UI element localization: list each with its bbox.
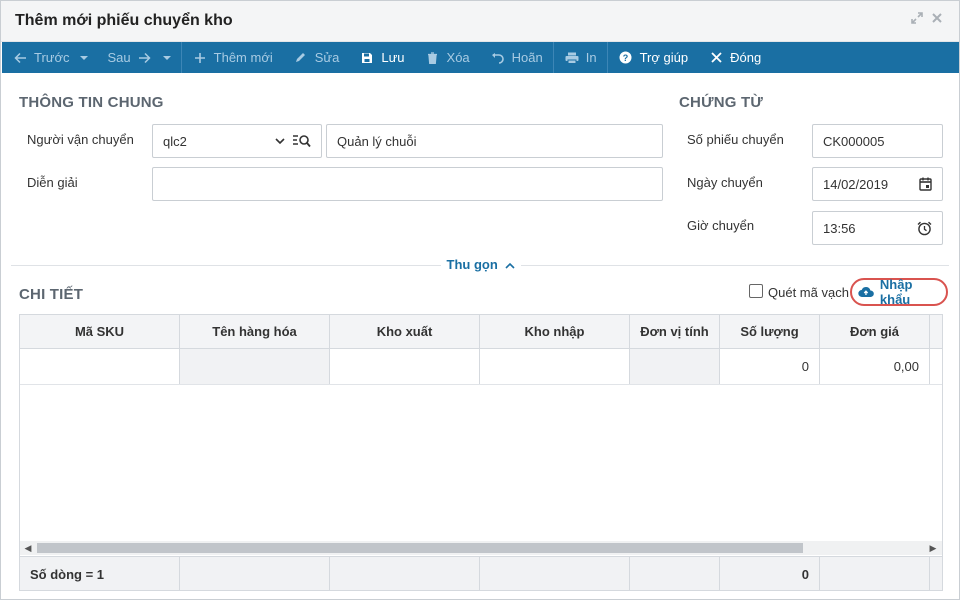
barcode-label: Quét mã vạch bbox=[768, 285, 849, 300]
collapse-label: Thu gọn bbox=[446, 257, 498, 272]
voucher-number-label: Số phiếu chuyển bbox=[687, 132, 784, 147]
carrier-name-value: Quản lý chuỗi bbox=[337, 133, 417, 149]
scroll-right-icon[interactable]: ▶ bbox=[928, 543, 938, 553]
carrier-select[interactable]: qlc2 bbox=[152, 124, 322, 158]
scrollbar-thumb[interactable] bbox=[37, 543, 803, 553]
next-button[interactable]: Sau bbox=[98, 42, 181, 73]
voucher-number-field[interactable]: CK000005 bbox=[812, 124, 943, 158]
svg-text:?: ? bbox=[623, 53, 629, 63]
carrier-name-field[interactable]: Quản lý chuỗi bbox=[326, 124, 663, 158]
transfer-time-label: Giờ chuyển bbox=[687, 218, 755, 233]
carrier-code-value: qlc2 bbox=[163, 133, 187, 149]
footer-row-count: Số dòng = 1 bbox=[20, 557, 180, 590]
column-header-quantity[interactable]: Số lượng bbox=[720, 315, 820, 348]
cell-sku[interactable] bbox=[20, 349, 180, 384]
close-icon[interactable] bbox=[928, 11, 946, 29]
calendar-icon[interactable] bbox=[919, 177, 932, 191]
transfer-date-field[interactable]: 14/02/2019 bbox=[812, 167, 943, 201]
dialog-title: Thêm mới phiếu chuyển kho bbox=[15, 12, 233, 29]
detail-grid: Mã SKU Tên hàng hóa Kho xuất Kho nhập Đơ… bbox=[19, 314, 943, 591]
toolbar: Trước Sau Thêm mới Sửa Lưu Xóa Hoãn In ?… bbox=[2, 42, 959, 73]
transfer-date-value: 14/02/2019 bbox=[823, 176, 889, 192]
save-button[interactable]: Lưu bbox=[349, 42, 414, 73]
undo-label: Hoãn bbox=[511, 50, 543, 65]
chevron-down-icon bbox=[79, 55, 88, 60]
cell-price[interactable]: 0,00 bbox=[820, 349, 930, 384]
transfer-date-label: Ngày chuyển bbox=[687, 175, 763, 190]
grid-footer: Số dòng = 1 0 bbox=[20, 556, 942, 590]
grid-header: Mã SKU Tên hàng hóa Kho xuất Kho nhập Đơ… bbox=[20, 315, 942, 349]
edit-label: Sửa bbox=[314, 50, 340, 65]
undo-button[interactable]: Hoãn bbox=[480, 42, 553, 73]
document-heading: CHỨNG TỪ bbox=[679, 94, 763, 111]
cell-quantity[interactable]: 0 bbox=[720, 349, 820, 384]
help-label: Trợ giúp bbox=[639, 50, 689, 65]
maximize-icon[interactable] bbox=[908, 11, 926, 29]
chevron-up-icon bbox=[505, 262, 516, 269]
voucher-number-value: CK000005 bbox=[823, 133, 885, 149]
print-label: In bbox=[585, 50, 597, 65]
prev-label: Trước bbox=[34, 50, 70, 65]
chevron-down-icon bbox=[275, 137, 285, 145]
trash-icon bbox=[425, 51, 441, 64]
cell-name bbox=[180, 349, 330, 384]
description-field[interactable] bbox=[152, 167, 663, 201]
footer-cell bbox=[820, 557, 930, 590]
column-header-sku[interactable]: Mã SKU bbox=[20, 315, 180, 348]
footer-cell bbox=[180, 557, 330, 590]
print-button[interactable]: In bbox=[554, 42, 607, 73]
edit-button[interactable]: Sửa bbox=[283, 42, 350, 73]
delete-button[interactable]: Xóa bbox=[415, 42, 480, 73]
cell-to-warehouse[interactable] bbox=[480, 349, 630, 384]
footer-cell bbox=[480, 557, 630, 590]
close-button[interactable]: Đóng bbox=[698, 42, 771, 73]
arrow-right-icon bbox=[137, 52, 153, 64]
add-button[interactable]: Thêm mới bbox=[182, 42, 283, 73]
cloud-upload-icon bbox=[858, 286, 874, 297]
footer-cell bbox=[630, 557, 720, 590]
cell-from-warehouse[interactable] bbox=[330, 349, 480, 384]
column-header-name[interactable]: Tên hàng hóa bbox=[180, 315, 330, 348]
import-label: Nhập khẩu bbox=[879, 277, 913, 307]
undo-icon bbox=[490, 52, 506, 64]
add-label: Thêm mới bbox=[213, 50, 273, 65]
detail-heading: CHI TIẾT bbox=[19, 286, 84, 303]
delete-label: Xóa bbox=[446, 50, 470, 65]
chevron-down-icon bbox=[162, 55, 171, 60]
carrier-label: Người vận chuyển bbox=[27, 132, 134, 147]
printer-icon bbox=[564, 52, 580, 64]
plus-icon bbox=[192, 52, 208, 64]
transfer-time-field[interactable]: 13:56 bbox=[812, 211, 943, 245]
transfer-dialog: Thêm mới phiếu chuyển kho Trước Sau Thêm… bbox=[0, 0, 960, 600]
footer-cell bbox=[330, 557, 480, 590]
import-button[interactable]: Nhập khẩu bbox=[850, 277, 948, 307]
table-row[interactable]: 0 0,00 bbox=[20, 349, 942, 385]
next-label: Sau bbox=[107, 50, 131, 65]
general-heading: THÔNG TIN CHUNG bbox=[19, 94, 164, 111]
title-bar: Thêm mới phiếu chuyển kho bbox=[1, 1, 959, 42]
alarm-clock-icon[interactable] bbox=[917, 221, 932, 236]
collapse-toggle[interactable]: Thu gọn bbox=[441, 257, 521, 272]
column-header-price[interactable]: Đơn giá bbox=[820, 315, 930, 348]
list-search-icon[interactable] bbox=[293, 134, 311, 148]
scroll-left-icon[interactable]: ◀ bbox=[23, 543, 33, 553]
barcode-checkbox[interactable] bbox=[749, 284, 763, 298]
description-label: Diễn giải bbox=[27, 175, 78, 190]
column-header-from-warehouse[interactable]: Kho xuất bbox=[330, 315, 480, 348]
pencil-icon bbox=[293, 51, 309, 64]
transfer-time-value: 13:56 bbox=[823, 220, 856, 236]
column-header-unit[interactable]: Đơn vị tính bbox=[630, 315, 720, 348]
save-label: Lưu bbox=[381, 50, 405, 65]
footer-quantity-total: 0 bbox=[720, 557, 820, 590]
close-icon bbox=[708, 52, 724, 63]
prev-button[interactable]: Trước bbox=[2, 42, 98, 73]
arrow-left-icon bbox=[12, 52, 28, 64]
cell-unit bbox=[630, 349, 720, 384]
floppy-icon bbox=[359, 52, 375, 64]
help-icon: ? bbox=[618, 51, 634, 64]
horizontal-scrollbar[interactable]: ◀ ▶ bbox=[20, 541, 942, 555]
column-header-to-warehouse[interactable]: Kho nhập bbox=[480, 315, 630, 348]
help-button[interactable]: ? Trợ giúp bbox=[608, 42, 699, 73]
close-label: Đóng bbox=[730, 50, 762, 65]
